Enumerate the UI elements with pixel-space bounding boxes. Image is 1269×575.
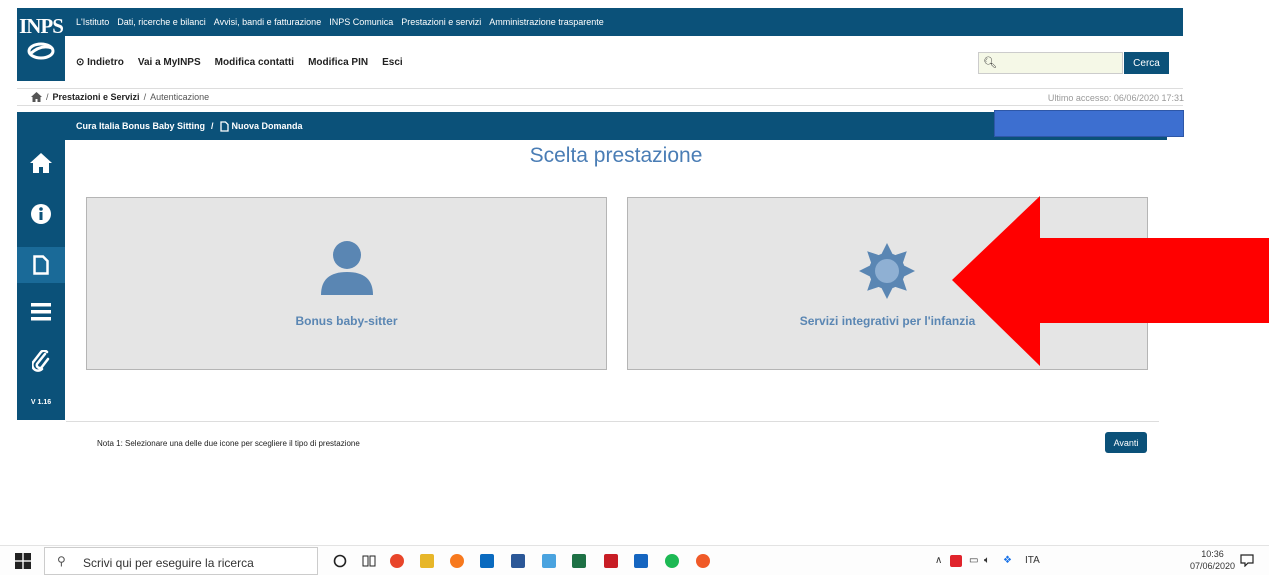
firefox-icon[interactable] bbox=[450, 554, 464, 568]
word-icon[interactable] bbox=[511, 554, 525, 568]
dropbox-icon[interactable]: ❖ bbox=[1003, 555, 1012, 566]
file-explorer-icon[interactable] bbox=[420, 554, 434, 568]
cortana-icon[interactable] bbox=[333, 554, 347, 568]
chrome-profile-icon[interactable] bbox=[696, 554, 710, 568]
clock[interactable]: 10:36 07/06/2020 bbox=[1190, 548, 1235, 572]
outlook-icon[interactable] bbox=[480, 554, 494, 568]
language-indicator[interactable]: ITA bbox=[1025, 555, 1040, 566]
note-text: Nota 1: Selezionare una delle due icone … bbox=[97, 439, 360, 448]
download-icon[interactable] bbox=[542, 554, 556, 568]
avanti-button[interactable]: Avanti bbox=[1105, 432, 1147, 453]
acrobat-icon[interactable] bbox=[604, 554, 618, 568]
clock-time: 10:36 bbox=[1201, 549, 1224, 559]
battery-icon[interactable]: ▭ bbox=[969, 555, 978, 566]
taskbar: ⚲ Scrivi qui per eseguire la ricerca ∧ ▭… bbox=[0, 545, 1269, 575]
excel-icon[interactable] bbox=[572, 554, 586, 568]
tray-chevron-icon[interactable]: ∧ bbox=[935, 555, 942, 566]
taskbar-search-placeholder: Scrivi qui per eseguire la ricerca bbox=[83, 556, 254, 570]
snip-icon[interactable] bbox=[634, 554, 648, 568]
windows-start-icon[interactable] bbox=[15, 553, 31, 569]
volume-icon[interactable]: 🔈︎ bbox=[984, 555, 990, 566]
task-view-icon[interactable] bbox=[362, 554, 376, 568]
page: INPS L'Istituto Dati, ricerche e bilanci… bbox=[0, 0, 1269, 575]
spotify-icon[interactable] bbox=[665, 554, 679, 568]
notifications-icon[interactable] bbox=[1240, 554, 1254, 567]
clock-date: 07/06/2020 bbox=[1190, 561, 1236, 571]
divider bbox=[66, 421, 1159, 422]
red-arrow-annotation bbox=[952, 196, 1269, 366]
taskbar-search-input[interactable]: ⚲ Scrivi qui per eseguire la ricerca bbox=[44, 547, 318, 575]
chrome-icon[interactable] bbox=[390, 554, 404, 568]
search-icon: ⚲ bbox=[57, 554, 66, 568]
acrobat-tray-icon[interactable] bbox=[950, 555, 962, 567]
